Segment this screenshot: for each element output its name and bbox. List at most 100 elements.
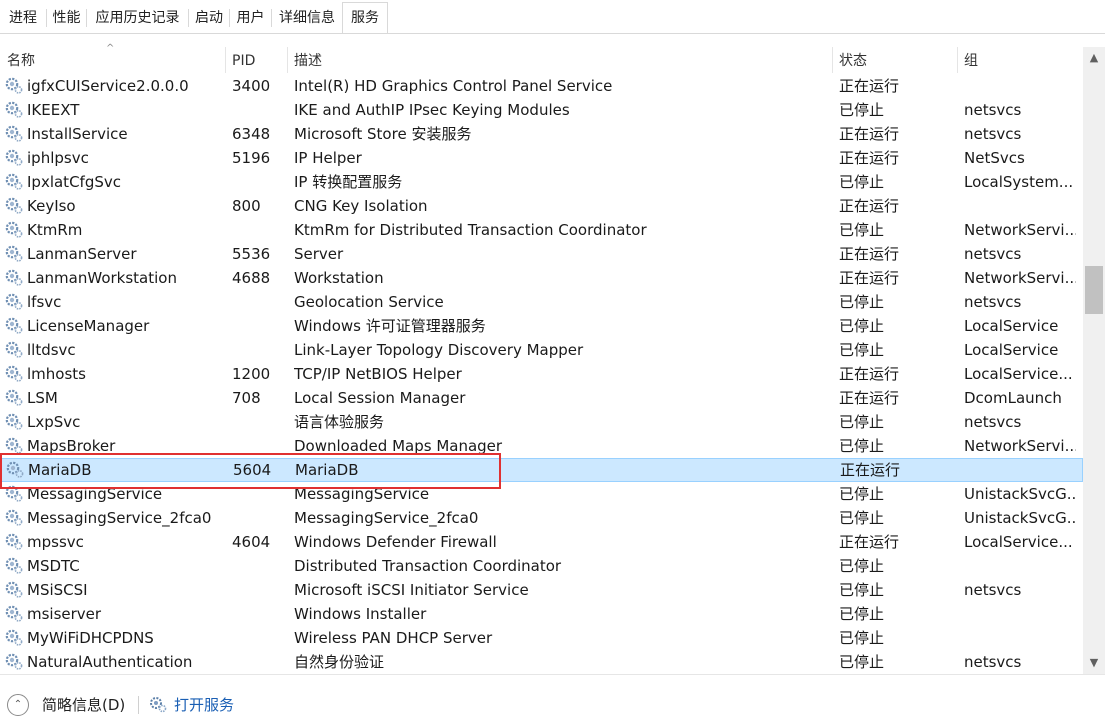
column-resize-handle[interactable] bbox=[287, 47, 288, 73]
service-name-cell: MessagingService_2fca0 bbox=[27, 509, 212, 527]
service-status-cell: 已停止 bbox=[839, 101, 885, 119]
tab-app-history[interactable]: 应用历史记录 bbox=[87, 4, 188, 32]
table-row[interactable]: lltdsvc Link-Layer Topology Discovery Map… bbox=[0, 338, 1083, 362]
column-header-pid[interactable]: PID bbox=[232, 47, 284, 73]
service-description-cell: Microsoft Store 安装服务 bbox=[294, 125, 472, 143]
column-header-group[interactable]: 组 bbox=[964, 47, 1079, 73]
service-description-cell: MessagingService bbox=[294, 485, 430, 503]
table-row[interactable]: InstallService 6348 Microsoft Store 安装服务 正在… bbox=[0, 122, 1083, 146]
open-services-link[interactable]: 打开服务 bbox=[174, 693, 234, 717]
column-resize-handle[interactable] bbox=[832, 47, 833, 73]
service-group-cell: LocalService bbox=[964, 341, 1059, 359]
service-name-cell: MSiSCSI bbox=[27, 581, 88, 599]
scroll-down-arrow-icon[interactable]: ▼ bbox=[1083, 652, 1105, 674]
tab-users[interactable]: 用户 bbox=[230, 4, 271, 32]
service-status-cell: 正在运行 bbox=[840, 461, 901, 479]
service-pid-cell bbox=[232, 290, 286, 314]
table-row[interactable]: LicenseManager Windows 许可证管理器服务 已停止 LocalSe… bbox=[0, 314, 1083, 338]
service-gear-icon bbox=[4, 434, 24, 458]
service-name-cell: NaturalAuthentication bbox=[27, 653, 193, 671]
table-row[interactable]: LanmanServer 5536 Server 正在运行 netsvcs bbox=[0, 242, 1083, 266]
service-pid-cell bbox=[232, 338, 286, 362]
service-group-cell: netsvcs bbox=[964, 293, 1022, 311]
table-row[interactable]: MessagingService MessagingService 已停止 Unist… bbox=[0, 482, 1083, 506]
service-gear-icon bbox=[4, 242, 24, 266]
table-row[interactable]: MSiSCSI Microsoft iSCSI Initiator Service… bbox=[0, 578, 1083, 602]
service-group-cell: DcomLaunch bbox=[964, 389, 1062, 407]
tab-startup[interactable]: 启动 bbox=[189, 4, 229, 32]
table-row[interactable]: MessagingService_2fca0 MessagingService_2… bbox=[0, 506, 1083, 530]
table-row-selected[interactable]: MariaDB 5604 MariaDB 正在运行 bbox=[0, 458, 1083, 482]
table-row[interactable]: msiserver Windows Installer 已停止 bbox=[0, 602, 1083, 626]
services-gear-icon[interactable] bbox=[148, 694, 168, 714]
service-status-cell: 已停止 bbox=[839, 413, 885, 431]
service-gear-icon bbox=[4, 290, 24, 314]
service-pid-cell bbox=[232, 650, 286, 674]
service-group-cell: UnistackSvcG... bbox=[964, 485, 1076, 503]
table-row[interactable]: KeyIso 800 CNG Key Isolation 正在运行 bbox=[0, 194, 1083, 218]
fewer-details-button[interactable]: 简略信息(D) bbox=[42, 693, 125, 717]
service-description-cell: Workstation bbox=[294, 269, 384, 287]
service-name-cell: MSDTC bbox=[27, 557, 80, 575]
service-gear-icon bbox=[4, 74, 24, 98]
tab-processes[interactable]: 进程 bbox=[0, 4, 46, 32]
service-status-cell: 已停止 bbox=[839, 341, 885, 359]
table-row[interactable]: iphlpsvc 5196 IP Helper 正在运行 NetSvcs bbox=[0, 146, 1083, 170]
column-header-description[interactable]: 描述 bbox=[294, 47, 828, 73]
table-row[interactable]: mpssvc 4604 Windows Defender Firewall 正在运行 L… bbox=[0, 530, 1083, 554]
vertical-scrollbar[interactable]: ▲ ▼ bbox=[1083, 47, 1105, 674]
service-status-cell: 已停止 bbox=[839, 629, 885, 647]
service-pid-cell bbox=[232, 626, 286, 650]
service-gear-icon bbox=[4, 626, 24, 650]
service-group-cell bbox=[964, 554, 1076, 578]
table-row[interactable]: IKEEXT IKE and AuthIP IPsec Keying Module… bbox=[0, 98, 1083, 122]
table-row[interactable]: lfsvc Geolocation Service 已停止 netsvcs bbox=[0, 290, 1083, 314]
service-pid-cell bbox=[232, 434, 286, 458]
service-description-cell: Wireless PAN DHCP Server bbox=[294, 629, 493, 647]
service-group-cell: netsvcs bbox=[964, 101, 1022, 119]
scrollbar-thumb[interactable] bbox=[1085, 266, 1103, 314]
table-row[interactable]: IpxlatCfgSvc IP 转换配置服务 已停止 LocalSystem... bbox=[0, 170, 1083, 194]
service-gear-icon bbox=[4, 578, 24, 602]
tab-services[interactable]: 服务 bbox=[342, 2, 388, 33]
chevron-up-icon[interactable]: ⌃ bbox=[7, 694, 29, 716]
service-gear-icon bbox=[4, 650, 24, 674]
service-gear-icon bbox=[4, 194, 24, 218]
column-resize-handle[interactable] bbox=[225, 47, 226, 73]
service-name-cell: KtmRm bbox=[27, 221, 83, 239]
service-status-cell: 正在运行 bbox=[839, 149, 900, 167]
service-status-cell: 正在运行 bbox=[839, 389, 900, 407]
tab-performance[interactable]: 性能 bbox=[47, 4, 86, 32]
service-name-cell: lfsvc bbox=[27, 293, 62, 311]
table-row[interactable]: LanmanWorkstation 4688 Workstation 正在运行 Netw… bbox=[0, 266, 1083, 290]
service-description-cell: Microsoft iSCSI Initiator Service bbox=[294, 581, 529, 599]
service-name-cell: KeyIso bbox=[27, 197, 76, 215]
tab-details[interactable]: 详细信息 bbox=[272, 4, 342, 32]
service-pid-cell: 5196 bbox=[232, 149, 271, 167]
table-row[interactable]: MapsBroker Downloaded Maps Manager 已停止 Netw… bbox=[0, 434, 1083, 458]
service-gear-icon bbox=[4, 338, 24, 362]
column-header-row: 名称 PID 描述 状态 组 bbox=[0, 47, 1083, 73]
service-group-cell bbox=[964, 626, 1076, 650]
service-status-cell: 已停止 bbox=[839, 605, 885, 623]
column-header-status[interactable]: 状态 bbox=[839, 47, 951, 73]
column-resize-handle[interactable] bbox=[957, 47, 958, 73]
scroll-up-arrow-icon[interactable]: ▲ bbox=[1083, 47, 1105, 69]
table-row[interactable]: MyWiFiDHCPDNS Wireless PAN DHCP Server 已停止 bbox=[0, 626, 1083, 650]
table-row[interactable]: LSM 708 Local Session Manager 正在运行 DcomLaunc… bbox=[0, 386, 1083, 410]
table-row[interactable]: igfxCUIService2.0.0.0 3400 Intel(R) HD Gra… bbox=[0, 74, 1083, 98]
table-row[interactable]: MSDTC Distributed Transaction Coordinator… bbox=[0, 554, 1083, 578]
service-description-cell: TCP/IP NetBIOS Helper bbox=[294, 365, 462, 383]
service-group-cell: LocalService... bbox=[964, 365, 1073, 383]
service-description-cell: IKE and AuthIP IPsec Keying Modules bbox=[294, 101, 570, 119]
service-name-cell: msiserver bbox=[27, 605, 102, 623]
column-header-name[interactable]: 名称 bbox=[7, 47, 222, 73]
service-pid-cell: 4688 bbox=[232, 269, 271, 287]
service-gear-icon bbox=[4, 98, 24, 122]
table-row[interactable]: KtmRm KtmRm for Distributed Transaction C… bbox=[0, 218, 1083, 242]
table-row[interactable]: lmhosts 1200 TCP/IP NetBIOS Helper 正在运行 Loca… bbox=[0, 362, 1083, 386]
service-pid-cell: 3400 bbox=[232, 77, 271, 95]
service-pid-cell bbox=[232, 98, 286, 122]
table-row[interactable]: LxpSvc 语言体验服务 已停止 netsvcs bbox=[0, 410, 1083, 434]
table-row[interactable]: NaturalAuthentication 自然身份验证 已停止 netsvcs bbox=[0, 650, 1083, 674]
